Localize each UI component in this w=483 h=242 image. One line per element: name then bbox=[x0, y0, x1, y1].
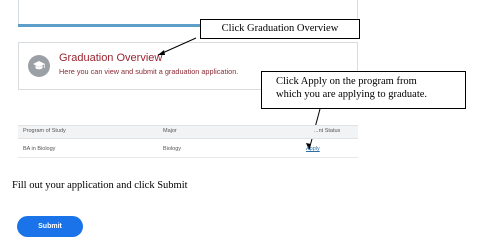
callout-click-apply: Click Apply on the program from which yo… bbox=[261, 71, 466, 109]
table-row: BA in Biology Biology Apply bbox=[18, 144, 358, 158]
submit-button[interactable]: Submit bbox=[17, 216, 83, 237]
instruction-text: Fill out your application and click Subm… bbox=[12, 180, 188, 191]
callout-apply-line-1: Click Apply on the program from bbox=[276, 76, 417, 87]
header-program: Program of Study bbox=[23, 128, 66, 134]
header-status: ...nt Status bbox=[314, 128, 341, 134]
table-header-row: Program of Study Major ...nt Status bbox=[18, 125, 358, 139]
cell-program: BA in Biology bbox=[23, 146, 56, 152]
callout-click-overview: Click Graduation Overview bbox=[200, 19, 360, 39]
callout-apply-line-2: which you are applying to graduate. bbox=[276, 89, 428, 100]
header-major: Major bbox=[163, 128, 177, 134]
apply-link[interactable]: Apply bbox=[306, 146, 320, 152]
program-table: Program of Study Major ...nt Status BA i… bbox=[18, 125, 358, 163]
cell-major: Biology bbox=[163, 146, 182, 152]
